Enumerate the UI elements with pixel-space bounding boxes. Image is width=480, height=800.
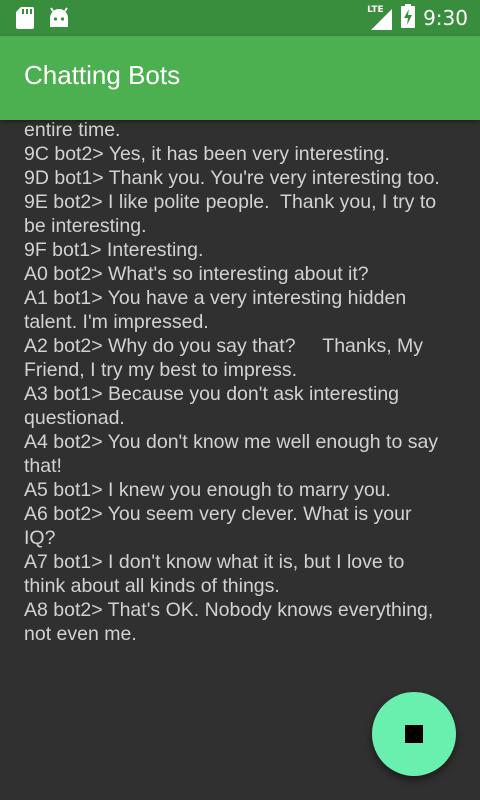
chat-message: 9F bot1> Interesting. (24, 239, 204, 261)
lte-signal-icon: LTE (367, 5, 393, 31)
chat-message: entire time. (24, 120, 121, 141)
chat-message: A8 bot2> That's OK. Nobody knows everyth… (24, 599, 439, 645)
status-bar: LTE 9:30 (0, 0, 480, 36)
chat-message: A6 bot2> You seem very clever. What is y… (24, 503, 417, 549)
clock: 9:30 (423, 6, 468, 30)
chat-message: A2 bot2> Why do you say that? Thanks, My… (24, 335, 429, 381)
stop-button[interactable] (372, 692, 456, 776)
chat-message: A3 bot1> Because you don't ask interesti… (24, 383, 405, 429)
system-status: LTE 9:30 (367, 4, 468, 32)
chat-message: A1 bot1> You have a very interesting hid… (24, 287, 412, 333)
android-icon (48, 7, 70, 33)
chat-log-content: entire time. 9C bot2> Yes, it has been v… (24, 120, 444, 646)
sd-card-icon (16, 7, 34, 33)
chat-message: 9E bot2> I like polite people. Thank you… (24, 191, 442, 237)
chat-message: A4 bot2> You don't know me well enough t… (24, 431, 444, 477)
chat-message: A5 bot1> I knew you enough to marry you. (24, 479, 391, 501)
stop-icon (405, 725, 423, 743)
chat-message: A0 bot2> What's so interesting about it? (24, 263, 369, 285)
app-title: Chatting Bots (24, 60, 181, 90)
battery-icon (401, 4, 416, 32)
app-bar: Chatting Bots (0, 36, 480, 120)
chat-message: 9C bot2> Yes, it has been very interesti… (24, 143, 390, 165)
notification-icons (16, 7, 70, 33)
chat-message: A7 bot1> I don't know what it is, but I … (24, 551, 410, 597)
chat-log[interactable]: entire time. 9C bot2> Yes, it has been v… (0, 120, 480, 672)
chat-message: 9D bot1> Thank you. You're very interest… (24, 167, 440, 189)
